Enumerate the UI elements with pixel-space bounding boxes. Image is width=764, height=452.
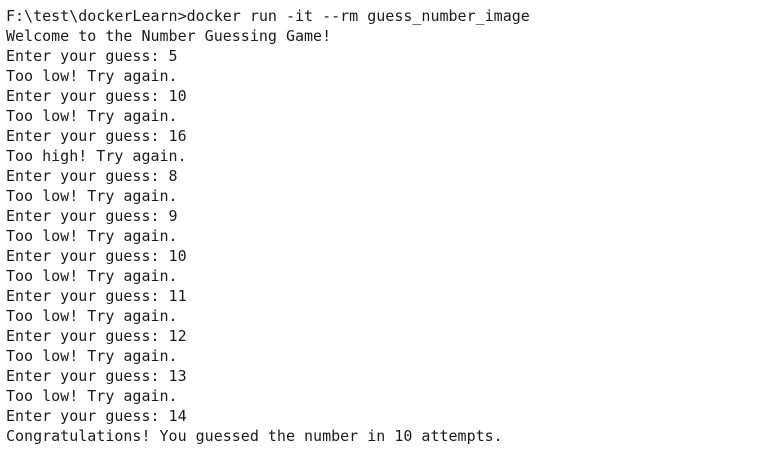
- guess-prompt-line: Enter your guess: 10: [6, 87, 187, 105]
- terminal-window[interactable]: F:\test\dockerLearn>docker run -it --rm …: [0, 0, 764, 452]
- feedback-line: Too low! Try again.: [6, 227, 178, 245]
- feedback-line: Too low! Try again.: [6, 107, 178, 125]
- feedback-line: Too low! Try again.: [6, 387, 178, 405]
- guess-prompt-line: Enter your guess: 8: [6, 167, 178, 185]
- congratulations-message: Congratulations! You guessed the number …: [6, 427, 503, 445]
- feedback-line: Too low! Try again.: [6, 187, 178, 205]
- guess-prompt-line: Enter your guess: 11: [6, 287, 187, 305]
- feedback-line: Too low! Try again.: [6, 347, 178, 365]
- guess-prompt-line: Enter your guess: 12: [6, 327, 187, 345]
- feedback-line: Too low! Try again.: [6, 267, 178, 285]
- feedback-line: Too low! Try again.: [6, 67, 178, 85]
- guess-prompt-line: Enter your guess: 13: [6, 367, 187, 385]
- guess-prompt-line: Enter your guess: 9: [6, 207, 178, 225]
- guess-prompt-line: Enter your guess: 10: [6, 247, 187, 265]
- guess-prompt-line: Enter your guess: 16: [6, 127, 187, 145]
- feedback-line: Too high! Try again.: [6, 147, 187, 165]
- feedback-line: Too low! Try again.: [6, 307, 178, 325]
- guess-prompt-line: Enter your guess: 14: [6, 407, 187, 425]
- command-prompt-line: F:\test\dockerLearn>docker run -it --rm …: [6, 7, 530, 25]
- welcome-message: Welcome to the Number Guessing Game!: [6, 27, 332, 45]
- guess-prompt-line: Enter your guess: 5: [6, 47, 178, 65]
